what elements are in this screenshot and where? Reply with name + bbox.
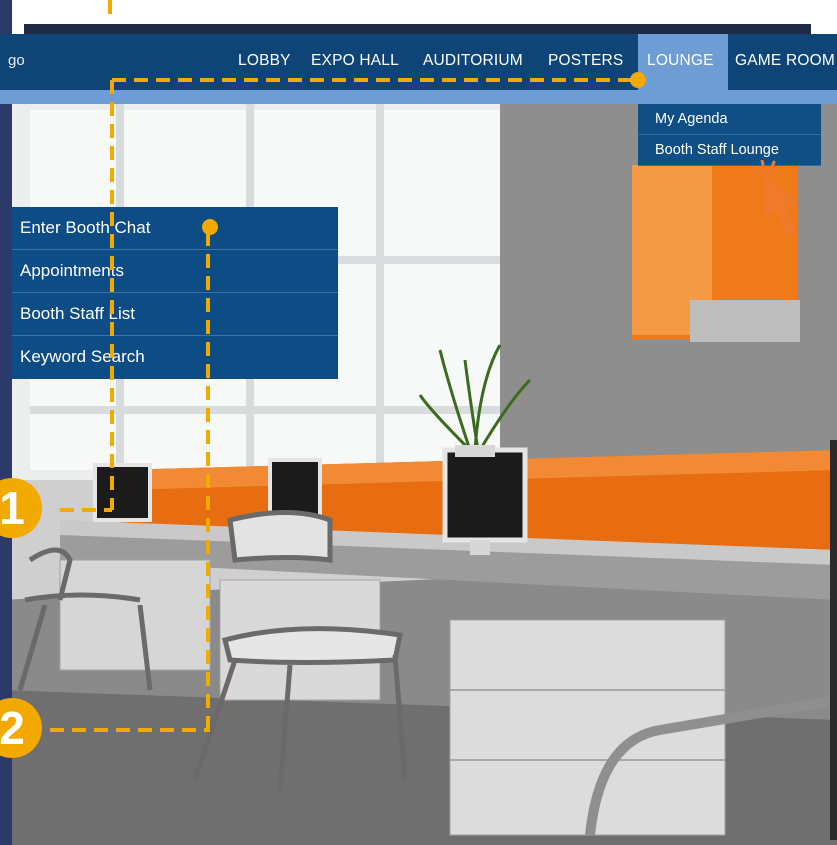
navbar-accent-strip bbox=[0, 90, 837, 104]
booth-menu-keyword-search[interactable]: Keyword Search bbox=[12, 336, 338, 379]
booth-menu-appointments[interactable]: Appointments bbox=[12, 250, 338, 293]
annotation-line-1-connector bbox=[60, 508, 112, 512]
annotation-line-top bbox=[108, 0, 112, 22]
annotation-line-2-horizontal bbox=[50, 728, 210, 732]
pointer-cursor-icon bbox=[752, 160, 800, 236]
annotation-dot-lounge bbox=[630, 72, 646, 88]
logo-text[interactable]: go bbox=[8, 52, 25, 69]
annotation-line-1-vertical bbox=[110, 80, 114, 510]
dropdown-item-my-agenda[interactable]: My Agenda bbox=[638, 104, 821, 135]
booth-menu-enter-booth-chat[interactable]: Enter Booth Chat bbox=[12, 207, 338, 250]
annotation-line-1-horizontal bbox=[112, 78, 637, 82]
annotation-line-2-vertical bbox=[206, 232, 210, 730]
booth-menu-booth-staff-list[interactable]: Booth Staff List bbox=[12, 293, 338, 336]
nav-item-lounge[interactable]: LOUNGE bbox=[638, 34, 728, 90]
annotation-dot-booth-chat bbox=[202, 219, 218, 235]
nav-item-game-room[interactable]: GAME ROOM bbox=[729, 34, 837, 90]
booth-menu: Enter Booth Chat Appointments Booth Staf… bbox=[12, 207, 338, 379]
lounge-dropdown-menu: My Agenda Booth Staff Lounge bbox=[638, 104, 821, 166]
